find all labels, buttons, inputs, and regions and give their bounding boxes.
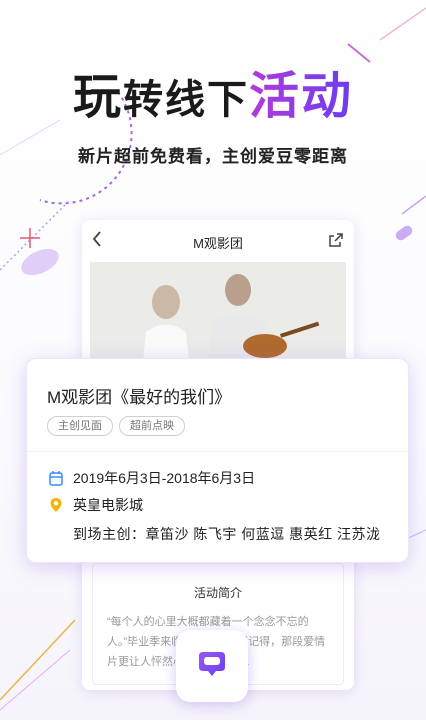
guests-names: 章笛沙 陈飞宇 何蓝逗 惠英红 汪苏泷 <box>145 526 381 542</box>
vr-headset-icon <box>195 647 229 686</box>
phone-nav-bar: M观影团 <box>82 220 354 262</box>
event-location: 英皇电影城 <box>73 497 143 513</box>
event-date-row: 2019年6月3日-2018年6月3日 <box>49 468 255 488</box>
phone-nav-title: M观影团 <box>193 236 243 251</box>
description-title: 活动简介 <box>193 586 242 600</box>
guests-label: 到场主创： <box>73 526 146 542</box>
tag-item: 超前点映 <box>119 416 185 436</box>
event-guests: 到场主创：章笛沙 陈飞宇 何蓝逗 惠英红 汪苏泷 <box>73 524 381 544</box>
event-date: 2019年6月3日-2018年6月3日 <box>73 470 256 486</box>
tag-item: 主创见面 <box>47 416 113 436</box>
location-pin-icon <box>49 497 63 513</box>
event-card[interactable]: M观影团《最好的我们》 主创见面 超前点映 2019年6月3日-2018年6月3… <box>26 358 409 563</box>
vr-headset-button[interactable] <box>176 630 248 702</box>
event-location-row: 英皇电影城 <box>49 495 143 515</box>
promo-headline: 玩转线下活动 <box>0 56 426 128</box>
headline-accent: 活动 <box>249 68 353 124</box>
card-divider <box>27 451 408 452</box>
event-photo <box>90 262 346 372</box>
share-icon[interactable] <box>328 232 344 253</box>
event-title: M观影团《最好的我们》 <box>47 388 232 407</box>
promo-subheadline: 新片超前免费看，主创爱豆零距离 <box>78 147 348 166</box>
headline-part-1: 玩 <box>72 71 123 124</box>
calendar-icon <box>49 470 63 486</box>
event-tags: 主创见面 超前点映 <box>47 416 185 436</box>
headline-part-2: 转线下 <box>123 78 249 122</box>
